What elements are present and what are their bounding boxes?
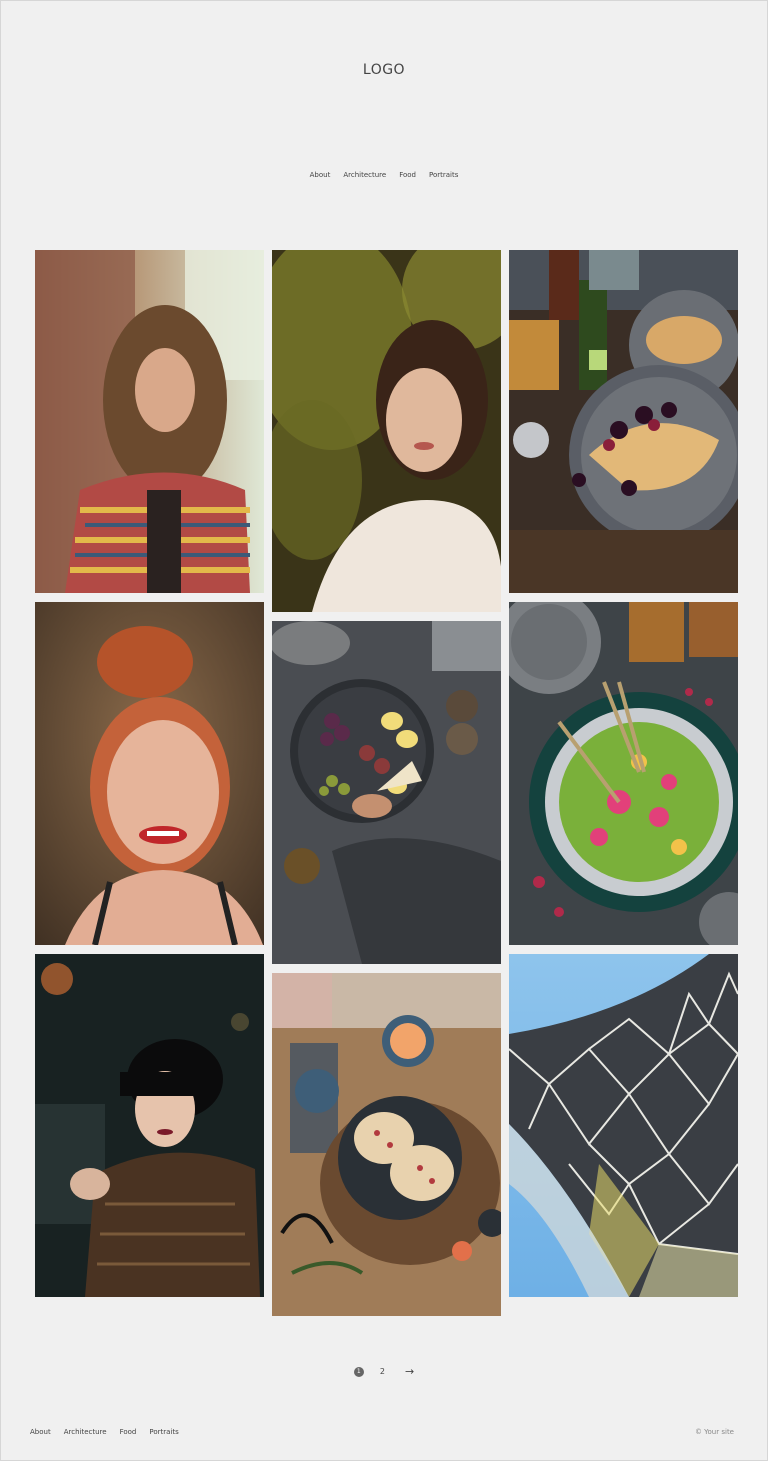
copyright-text: © Your site xyxy=(694,1428,734,1436)
main-nav: About Architecture Food Portraits xyxy=(0,171,768,179)
footer-nav: About Architecture Food Portraits xyxy=(30,1428,179,1436)
gallery-column-2 xyxy=(272,250,501,1325)
photo-food-waffles-berries[interactable] xyxy=(509,250,738,593)
photo-architecture-facade[interactable] xyxy=(509,954,738,1297)
photo-food-green-bowl[interactable] xyxy=(509,602,738,945)
site-logo[interactable]: LOGO xyxy=(0,62,768,78)
photo-portrait-sunlit-leaves[interactable] xyxy=(272,250,501,612)
footer-link-architecture[interactable]: Architecture xyxy=(64,1428,107,1436)
page-link-2[interactable]: 2 xyxy=(380,1367,385,1376)
photo-portrait-curly-hair[interactable] xyxy=(35,250,264,593)
nav-link-about[interactable]: About xyxy=(310,171,331,179)
photo-food-figs-platter[interactable] xyxy=(272,621,501,964)
footer-link-portraits[interactable]: Portraits xyxy=(149,1428,178,1436)
photo-food-pancakes-table[interactable] xyxy=(272,973,501,1316)
gallery-column-3 xyxy=(509,250,738,1306)
footer-link-food[interactable]: Food xyxy=(120,1428,137,1436)
photo-portrait-red-hair-smile[interactable] xyxy=(35,602,264,945)
footer-link-about[interactable]: About xyxy=(30,1428,51,1436)
pagination: 1 2 → xyxy=(0,1365,768,1378)
nav-link-food[interactable]: Food xyxy=(399,171,416,179)
next-page-arrow-icon[interactable]: → xyxy=(405,1365,414,1378)
nav-link-portraits[interactable]: Portraits xyxy=(429,171,458,179)
photo-portrait-short-black-hair[interactable] xyxy=(35,954,264,1297)
gallery-column-1 xyxy=(35,250,264,1306)
nav-link-architecture[interactable]: Architecture xyxy=(343,171,386,179)
page-current: 1 xyxy=(353,1366,364,1377)
